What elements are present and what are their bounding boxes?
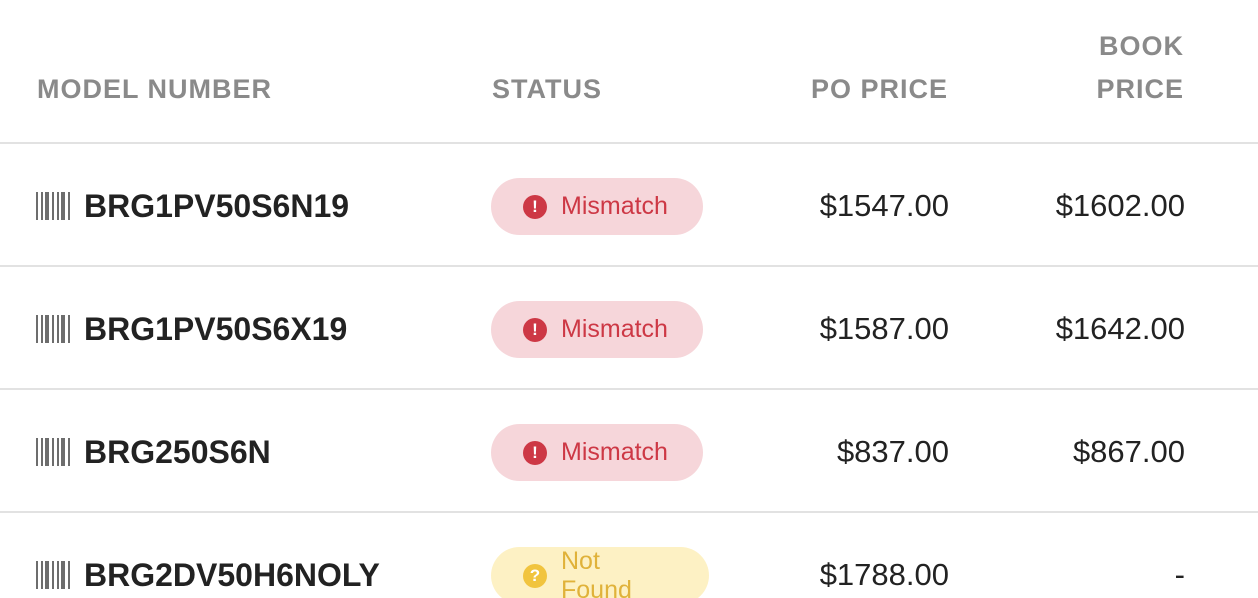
model-number: BRG2DV50H6NOLY xyxy=(84,557,380,593)
column-header-model-number[interactable]: MODEL NUMBER xyxy=(37,68,272,111)
barcode-icon xyxy=(36,192,70,220)
book-price: $1602.00 xyxy=(1055,188,1185,223)
barcode-icon xyxy=(36,438,70,466)
status-label: Mismatch xyxy=(561,192,668,220)
exclamation-circle-icon: ! xyxy=(523,317,547,342)
barcode-icon xyxy=(36,561,70,589)
table-row[interactable]: BRG1PV50S6N19 ! Mismatch $1547.00 $1602.… xyxy=(0,144,1258,267)
exclamation-circle-icon: ! xyxy=(523,440,547,465)
table-header: MODEL NUMBER STATUS PO PRICE BOOK PRICE xyxy=(0,0,1258,144)
model-number: BRG1PV50S6X19 xyxy=(84,311,348,347)
model-number: BRG250S6N xyxy=(84,434,271,470)
table-row[interactable]: BRG2DV50H6NOLY ? Not Found $1788.00 - xyxy=(0,513,1258,598)
po-price: $1587.00 xyxy=(819,311,949,346)
status-badge: ! Mismatch xyxy=(491,424,703,481)
status-badge: ! Mismatch xyxy=(491,301,703,358)
table-row[interactable]: BRG250S6N ! Mismatch $837.00 $867.00 xyxy=(0,390,1258,513)
column-header-po-price[interactable]: PO PRICE xyxy=(811,68,948,111)
column-header-status[interactable]: STATUS xyxy=(492,68,602,111)
barcode-icon xyxy=(36,315,70,343)
model-number: BRG1PV50S6N19 xyxy=(84,188,350,224)
table-row[interactable]: BRG1PV50S6X19 ! Mismatch $1587.00 $1642.… xyxy=(0,267,1258,390)
po-price: $1547.00 xyxy=(819,188,949,223)
status-label: Mismatch xyxy=(561,438,668,466)
status-badge: ? Not Found xyxy=(491,547,709,598)
book-price: $1642.00 xyxy=(1055,311,1185,346)
status-badge: ! Mismatch xyxy=(491,178,703,235)
question-circle-icon: ? xyxy=(523,563,547,588)
column-header-book-price-line2: PRICE xyxy=(1096,74,1184,104)
book-price: $867.00 xyxy=(1072,434,1185,469)
po-price: $837.00 xyxy=(836,434,949,469)
book-price: - xyxy=(1174,557,1185,592)
column-header-book-price-line1: BOOK xyxy=(1099,31,1184,61)
po-price: $1788.00 xyxy=(819,557,949,592)
price-comparison-table: MODEL NUMBER STATUS PO PRICE BOOK PRICE … xyxy=(0,0,1258,598)
exclamation-circle-icon: ! xyxy=(523,194,547,219)
status-label: Mismatch xyxy=(561,315,668,343)
status-label: Not Found xyxy=(561,546,632,598)
column-header-book-price[interactable]: BOOK PRICE xyxy=(1064,25,1184,111)
